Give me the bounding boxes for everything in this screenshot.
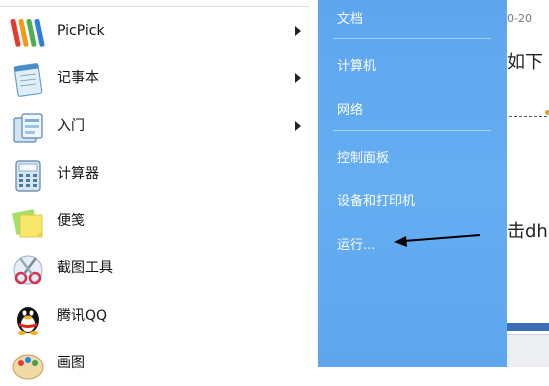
program-label: 画图 xyxy=(57,355,85,371)
getting-started-icon xyxy=(13,113,43,143)
network-link[interactable]: 网络 xyxy=(337,99,363,118)
picpick-icon xyxy=(10,19,45,47)
window-bottom-strip xyxy=(507,334,549,367)
annotation-arrow-icon xyxy=(394,234,481,247)
document-text: 击dh xyxy=(507,221,548,242)
separator xyxy=(333,130,491,131)
program-label: 计算器 xyxy=(57,166,99,182)
submenu-arrow-icon xyxy=(295,26,301,36)
computer-link[interactable]: 计算机 xyxy=(337,55,376,74)
submenu-arrow-icon xyxy=(295,121,301,131)
program-label: 截图工具 xyxy=(57,260,113,276)
snipping-tool-icon xyxy=(13,255,43,285)
program-label: 记事本 xyxy=(57,70,99,86)
program-item-getting-started[interactable]: 入门 xyxy=(0,103,310,149)
paint-icon xyxy=(12,354,44,380)
separator xyxy=(333,38,491,39)
notepad-icon xyxy=(13,63,43,97)
control-panel-link[interactable]: 控制面板 xyxy=(337,147,389,166)
calculator-icon xyxy=(15,160,41,192)
program-item-notepad[interactable]: 记事本 xyxy=(0,55,310,101)
dashed-line xyxy=(509,116,547,117)
start-menu-right-pane: 文档 计算机 网络 控制面板 设备和打印机 运行... xyxy=(318,0,507,367)
document-text: 如下 xyxy=(507,52,543,73)
program-item-snipping-tool[interactable]: 截图工具 xyxy=(0,245,310,291)
program-item-calculator[interactable]: 计算器 xyxy=(0,151,310,197)
documents-link[interactable]: 文档 xyxy=(337,8,363,27)
qq-penguin-icon xyxy=(17,307,39,335)
programs-pane: PicPick 记事本 入门 计算器 便笺 截图工具 腾讯QQ 画图 xyxy=(0,0,318,380)
program-item-picpick[interactable]: PicPick xyxy=(0,8,310,54)
program-label: 入门 xyxy=(57,118,85,134)
top-divider xyxy=(0,6,309,7)
program-item-sticky-notes[interactable]: 便笺 xyxy=(0,198,310,244)
program-item-qq[interactable]: 腾讯QQ xyxy=(0,293,310,339)
program-label: 便笺 xyxy=(57,213,85,229)
program-label: PicPick xyxy=(57,23,105,39)
sticky-notes-icon xyxy=(11,208,43,238)
program-item-paint[interactable]: 画图 xyxy=(0,340,310,386)
submenu-arrow-icon xyxy=(295,73,301,83)
run-link[interactable]: 运行... xyxy=(337,234,375,253)
marker-dot xyxy=(545,110,549,115)
devices-printers-link[interactable]: 设备和打印机 xyxy=(337,190,415,209)
background-document: 0-20 如下 击dh xyxy=(507,0,549,367)
date-text: 0-20 xyxy=(507,12,532,25)
taskbar-strip xyxy=(507,323,549,331)
program-label: 腾讯QQ xyxy=(57,308,108,324)
